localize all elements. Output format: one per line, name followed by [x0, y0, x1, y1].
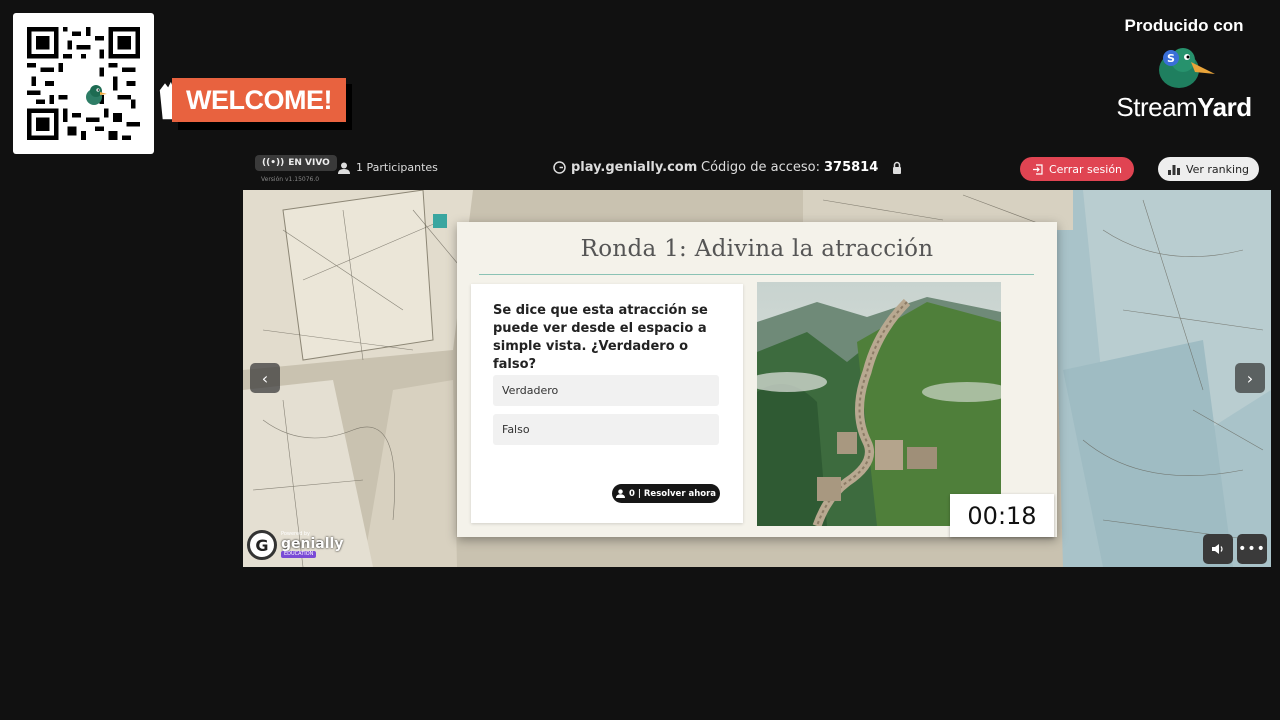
- logout-button[interactable]: Cerrar sesión: [1020, 157, 1134, 181]
- presentation-stage: ‹ › G Powered by genially EDUCATION ••• …: [243, 190, 1271, 567]
- answer-option-true[interactable]: Verdadero: [493, 375, 719, 406]
- genially-badge[interactable]: G Powered by genially EDUCATION: [247, 530, 343, 560]
- more-icon: •••: [1238, 541, 1266, 557]
- ranking-label: Ver ranking: [1185, 162, 1250, 176]
- resolve-label: 0 | Resolver ahora: [628, 488, 717, 499]
- more-options-button[interactable]: •••: [1237, 534, 1267, 564]
- live-label: EN VIVO: [288, 158, 330, 168]
- participants-count[interactable]: 1 Participantes: [338, 161, 438, 174]
- question-panel: Se dice que esta atracción se puede ver …: [471, 284, 743, 523]
- round-title: Ronda 1: Adivina la atracción: [580, 236, 934, 262]
- chevron-left-icon: ‹: [261, 368, 269, 388]
- ranking-button[interactable]: Ver ranking: [1158, 157, 1259, 181]
- brand-name: StreamYard: [1104, 92, 1264, 123]
- access-label: Código de acceso:: [701, 160, 820, 175]
- great-wall-image: [757, 282, 1001, 526]
- user-icon: [615, 489, 625, 498]
- resolve-now-button[interactable]: 0 | Resolver ahora: [612, 484, 720, 503]
- access-code: Código de acceso: 375814: [701, 160, 904, 175]
- genially-logo-icon: G: [247, 530, 277, 560]
- ranking-icon: [1167, 164, 1180, 175]
- welcome-banner: WELCOME!: [156, 76, 356, 132]
- next-slide-button[interactable]: ›: [1235, 363, 1265, 393]
- genially-edition: EDUCATION: [281, 551, 317, 558]
- user-icon: [338, 162, 350, 174]
- genially-name: genially: [281, 536, 344, 552]
- previous-slide-button[interactable]: ‹: [250, 363, 280, 393]
- version-label: Versión v1.15076.0: [261, 176, 320, 183]
- brand-name-bold: Yard: [1197, 92, 1252, 122]
- logout-icon: [1032, 163, 1043, 175]
- sound-button[interactable]: [1203, 534, 1233, 564]
- brand-produced-label: Producido con: [1124, 16, 1244, 35]
- streamyard-logo-icon: S: [1159, 48, 1215, 88]
- site-link[interactable]: play.genially.com: [553, 160, 697, 175]
- qr-code: [13, 13, 154, 154]
- countdown-timer: 00:18: [950, 494, 1054, 537]
- streamyard-brand: Producido con S StreamYard: [1104, 16, 1264, 123]
- site-label: play.genially.com: [571, 160, 698, 175]
- live-badge: ((•)) EN VIVO: [255, 155, 337, 171]
- lock-icon[interactable]: [890, 161, 904, 175]
- svg-text:S: S: [1167, 52, 1175, 65]
- logout-label: Cerrar sesión: [1048, 162, 1123, 176]
- presentation-topbar: ((•)) EN VIVO Versión v1.15076.0 1 Parti…: [243, 150, 1271, 190]
- genially-g-icon: [553, 161, 566, 174]
- access-code-value: 375814: [823, 160, 879, 175]
- chevron-right-icon: ›: [1246, 368, 1254, 388]
- duck-icon: [68, 68, 107, 105]
- broadcast-icon: ((•)): [262, 158, 285, 168]
- question-text: Se dice que esta atracción se puede ver …: [493, 303, 708, 372]
- answer-option-false[interactable]: Falso: [493, 414, 719, 445]
- title-divider: [479, 274, 1034, 275]
- quiz-card: Ronda 1: Adivina la atracción Se dice qu…: [457, 222, 1057, 537]
- participants-label: 1 Participantes: [356, 161, 438, 174]
- welcome-label: WELCOME!: [172, 78, 346, 122]
- brand-name-light: Stream: [1116, 92, 1198, 122]
- speaker-icon: [1212, 544, 1223, 554]
